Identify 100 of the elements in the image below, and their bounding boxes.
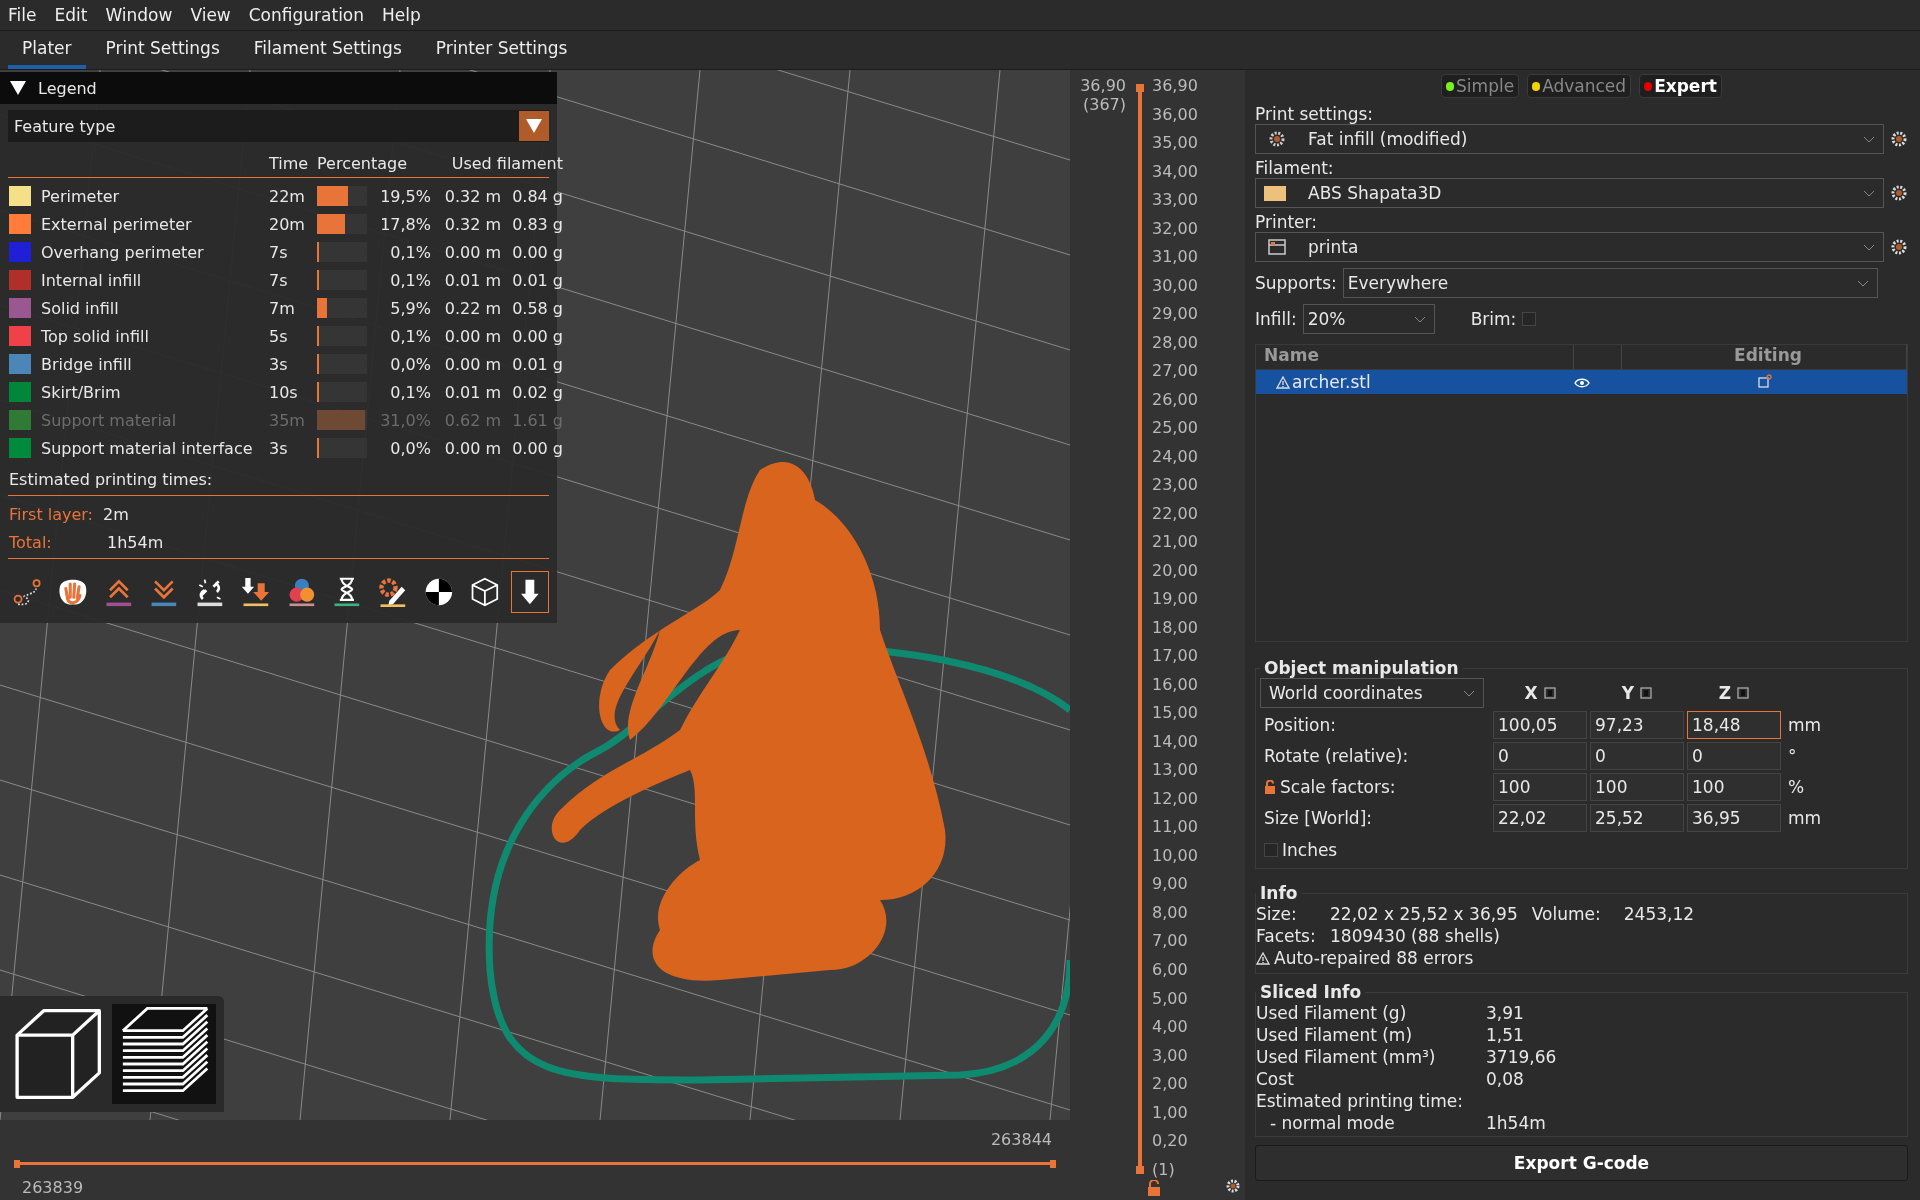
column-header: Name bbox=[1256, 345, 1574, 369]
time-value: 7s bbox=[269, 242, 289, 262]
percentage-value: 0,1% bbox=[389, 382, 431, 402]
feature-label[interactable]: Top solid infill bbox=[33, 326, 269, 346]
chevron-down-icon bbox=[1863, 189, 1875, 197]
percentage-value: 17,8% bbox=[379, 214, 431, 234]
total-label: Total: bbox=[9, 532, 53, 552]
percentage-value: 0,1% bbox=[389, 326, 431, 346]
feature-label[interactable]: Internal infill bbox=[33, 270, 269, 290]
menu-item[interactable]: File bbox=[8, 5, 37, 25]
tab[interactable]: Printer Settings bbox=[421, 31, 582, 69]
mode-button[interactable]: Simple bbox=[1441, 74, 1520, 98]
layers-view-button[interactable] bbox=[112, 1004, 216, 1104]
info-label: Used Filament (g) bbox=[1256, 1003, 1408, 1023]
height-tick-label: 5,00 bbox=[1152, 990, 1189, 1007]
layer-slider[interactable] bbox=[1136, 84, 1144, 1174]
percentage-value: 0,1% bbox=[389, 242, 431, 262]
time-value: 3s bbox=[269, 438, 289, 458]
preset-dropdown[interactable]: ABS Shapata3D bbox=[1255, 178, 1884, 208]
feature-label[interactable]: Bridge infill bbox=[33, 354, 269, 374]
preset-dropdown[interactable]: Fat infill (modified) bbox=[1255, 124, 1884, 154]
menu-item[interactable]: View bbox=[190, 5, 231, 25]
time-value: 35m bbox=[269, 410, 306, 430]
height-tick-label: 36,90 bbox=[1152, 78, 1198, 94]
view-type-dropdown[interactable]: Feature type bbox=[8, 110, 549, 142]
mode-button[interactable]: Expert bbox=[1639, 74, 1722, 98]
unlocked-padlock-icon[interactable] bbox=[1264, 780, 1276, 794]
infill-dropdown[interactable]: 20% bbox=[1302, 304, 1435, 334]
input-field[interactable]: 22,02 bbox=[1493, 804, 1587, 832]
export-gcode-button[interactable]: Export G-code bbox=[1255, 1145, 1908, 1181]
input-field[interactable]: 97,23 bbox=[1590, 711, 1684, 739]
eye-icon[interactable] bbox=[1574, 378, 1590, 388]
chevron-down-icon bbox=[1863, 135, 1875, 143]
input-field[interactable]: 25,52 bbox=[1590, 804, 1684, 832]
feature-label[interactable]: Skirt/Brim bbox=[33, 382, 269, 402]
height-tick-label: 15,00 bbox=[1152, 705, 1198, 722]
inches-checkbox[interactable] bbox=[1264, 843, 1278, 857]
settings-icon[interactable] bbox=[1890, 184, 1908, 202]
field-label: Scale factors: bbox=[1280, 777, 1396, 797]
collapse-triangle-icon[interactable] bbox=[10, 81, 26, 95]
weight-value: 0.83 g bbox=[511, 214, 563, 234]
time-value: 5s bbox=[269, 326, 289, 346]
size-value: 22,02 x 25,52 x 36,95 bbox=[1330, 904, 1518, 924]
column-header: Time bbox=[269, 154, 310, 173]
percentage-value: 0,0% bbox=[389, 354, 431, 374]
length-value: 0.00 m bbox=[443, 354, 501, 374]
settings-icon[interactable] bbox=[1225, 1178, 1241, 1194]
tab[interactable]: Print Settings bbox=[91, 31, 234, 69]
tab[interactable]: Filament Settings bbox=[239, 31, 416, 69]
settings-icon[interactable] bbox=[1890, 238, 1908, 256]
supports-label: Supports: bbox=[1255, 273, 1337, 293]
coordinates-dropdown[interactable]: World coordinates bbox=[1260, 678, 1484, 708]
drop-to-bed-icon[interactable] bbox=[1543, 687, 1556, 699]
supports-dropdown[interactable]: Everywhere bbox=[1342, 268, 1878, 298]
menu-item[interactable]: Help bbox=[382, 5, 421, 25]
drop-to-bed-icon[interactable] bbox=[1640, 687, 1653, 699]
chevron-down-icon bbox=[1857, 279, 1869, 287]
input-field[interactable]: 18,48 bbox=[1687, 711, 1781, 739]
input-field[interactable]: 100,05 bbox=[1493, 711, 1587, 739]
inches-label: Inches bbox=[1282, 840, 1338, 860]
input-field[interactable]: 0 bbox=[1590, 742, 1684, 770]
feature-label[interactable]: Overhang perimeter bbox=[33, 242, 269, 262]
weight-value: 0.01 g bbox=[511, 354, 563, 374]
move-slider[interactable] bbox=[14, 1160, 1056, 1168]
input-field[interactable]: 100 bbox=[1590, 773, 1684, 801]
object-row[interactable]: archer.stl bbox=[1256, 370, 1907, 394]
edit-object-icon[interactable] bbox=[1757, 374, 1772, 388]
input-field[interactable]: 100 bbox=[1687, 773, 1781, 801]
unit-label: ° bbox=[1787, 746, 1798, 766]
height-tick-label: 11,00 bbox=[1152, 819, 1198, 836]
height-tick-label: 21,00 bbox=[1152, 534, 1198, 551]
menu-item[interactable]: Edit bbox=[54, 5, 88, 25]
settings-icon[interactable] bbox=[1890, 130, 1908, 148]
upper-layer-number: (367) bbox=[1082, 95, 1126, 114]
first-layer-time: 2m bbox=[103, 504, 129, 524]
height-tick-label: 4,00 bbox=[1152, 1019, 1189, 1035]
unlocked-padlock-icon[interactable] bbox=[1147, 1180, 1161, 1196]
preset-dropdown[interactable]: printa bbox=[1255, 232, 1884, 262]
input-field[interactable]: 0 bbox=[1493, 742, 1587, 770]
brim-checkbox[interactable] bbox=[1522, 312, 1537, 326]
arrow-down-icon[interactable] bbox=[511, 571, 549, 613]
length-value: 0.32 m bbox=[443, 186, 501, 206]
feature-label[interactable]: External perimeter bbox=[33, 214, 269, 234]
height-tick-label: 36,00 bbox=[1152, 106, 1198, 123]
menu-item[interactable]: Configuration bbox=[248, 5, 365, 25]
dropdown-caret-icon bbox=[519, 111, 549, 141]
menu-item[interactable]: Window bbox=[105, 5, 173, 25]
feature-label[interactable]: Perimeter bbox=[33, 186, 269, 206]
feature-label[interactable]: Support material interface bbox=[33, 438, 269, 458]
drop-to-bed-icon[interactable] bbox=[1737, 687, 1750, 699]
height-tick-label: 28,00 bbox=[1152, 334, 1198, 351]
input-field[interactable]: 0 bbox=[1687, 742, 1781, 770]
feature-label[interactable]: Solid infill bbox=[33, 298, 269, 318]
input-field[interactable]: 100 bbox=[1493, 773, 1587, 801]
volume-value: 2453,12 bbox=[1623, 904, 1695, 924]
weight-value: 0.00 g bbox=[511, 438, 563, 458]
gear-icon bbox=[1268, 130, 1286, 148]
mode-button[interactable]: Advanced bbox=[1527, 74, 1632, 98]
input-field[interactable]: 36,95 bbox=[1687, 804, 1781, 832]
height-tick-label: 16,00 bbox=[1152, 676, 1198, 693]
